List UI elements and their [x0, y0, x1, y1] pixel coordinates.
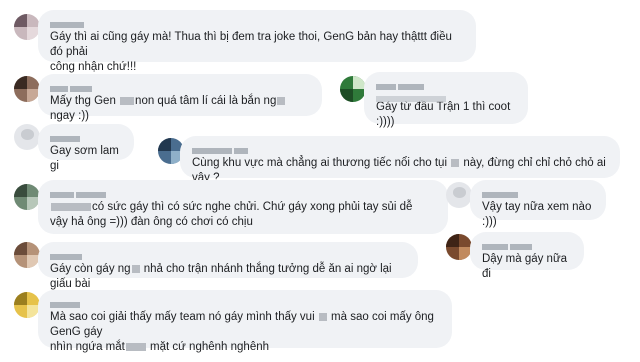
commenter-name-redacted[interactable]	[50, 296, 440, 308]
comment-bubble: Gáy từ đầu Trận 1 thì coot :))))	[364, 72, 528, 128]
avatar[interactable]	[14, 184, 40, 210]
comment-text: Gáy còn gáy ng nhả cho trận nhánh thắng …	[50, 263, 392, 290]
avatar[interactable]	[14, 76, 40, 102]
comment-text: Gáy thì ai cũng gáy mà! Thua thì bị đem …	[50, 31, 452, 73]
comment-text: Mấy thg Gen non quá tâm lí cái là bắn ng…	[50, 94, 310, 124]
commenter-name-redacted[interactable]	[376, 78, 516, 90]
comment-bubble: Gáy còn gáy ng nhả cho trận nhánh thắng …	[38, 242, 418, 290]
avatar[interactable]	[446, 182, 472, 208]
avatar[interactable]	[340, 76, 366, 102]
comment-bubble: Gáy thì ai cũng gáy mà! Thua thì bị đem …	[38, 10, 476, 73]
redacted-word	[51, 202, 91, 211]
comment-bubble: Dậy mà gáy nữa đi	[470, 232, 584, 280]
comment-bubble: Gay sơm lam gi	[38, 124, 134, 172]
redacted-word	[318, 312, 327, 321]
comment-bubble: Cùng khu vực mà chẳng ai thương tiếc nổi…	[180, 136, 620, 184]
comment-text: có sức gáy thì có sức nghe chửi. Chứ gáy…	[50, 201, 413, 228]
comment-bubble: Mấy thg Gen non quá tâm lí cái là bắn ng…	[38, 74, 322, 122]
commenter-name-redacted[interactable]	[192, 142, 608, 154]
avatar[interactable]	[446, 234, 472, 260]
avatar[interactable]	[14, 292, 40, 318]
redacted-word	[451, 158, 460, 167]
comment-bubble: Mà sao coi giải thấy mấy team nó gáy mìn…	[38, 290, 452, 353]
redacted-word	[125, 342, 146, 351]
commenter-name-redacted[interactable]	[50, 80, 310, 92]
commenter-name-redacted[interactable]	[50, 248, 406, 260]
comment-text: Vậy tay nữa xem nào :)))	[482, 201, 592, 228]
comment-bubble: có sức gáy thì có sức nghe chửi. Chứ gáy…	[38, 180, 448, 234]
comment-bubble: Vậy tay nữa xem nào :)))	[470, 180, 606, 228]
avatar[interactable]	[14, 242, 40, 268]
comment-text: Dậy mà gáy nữa đi	[482, 253, 568, 280]
commenter-name-redacted[interactable]	[50, 130, 122, 142]
comment-text: Gáy từ đầu Trận 1 thì coot :))))	[376, 101, 511, 128]
commenter-name-redacted[interactable]	[50, 186, 436, 198]
commenter-name-redacted[interactable]	[482, 186, 594, 198]
avatar[interactable]	[14, 124, 40, 150]
commenter-name-redacted[interactable]	[50, 16, 464, 28]
comment-text: Gay sơm lam gi	[50, 145, 119, 172]
redacted-word	[131, 264, 140, 273]
commenter-name-redacted[interactable]	[482, 238, 572, 250]
redacted-word	[120, 96, 135, 105]
redacted-word	[277, 96, 286, 105]
avatar[interactable]	[14, 14, 40, 40]
comment-text: Mà sao coi giải thấy mấy team nó gáy mìn…	[50, 311, 434, 353]
